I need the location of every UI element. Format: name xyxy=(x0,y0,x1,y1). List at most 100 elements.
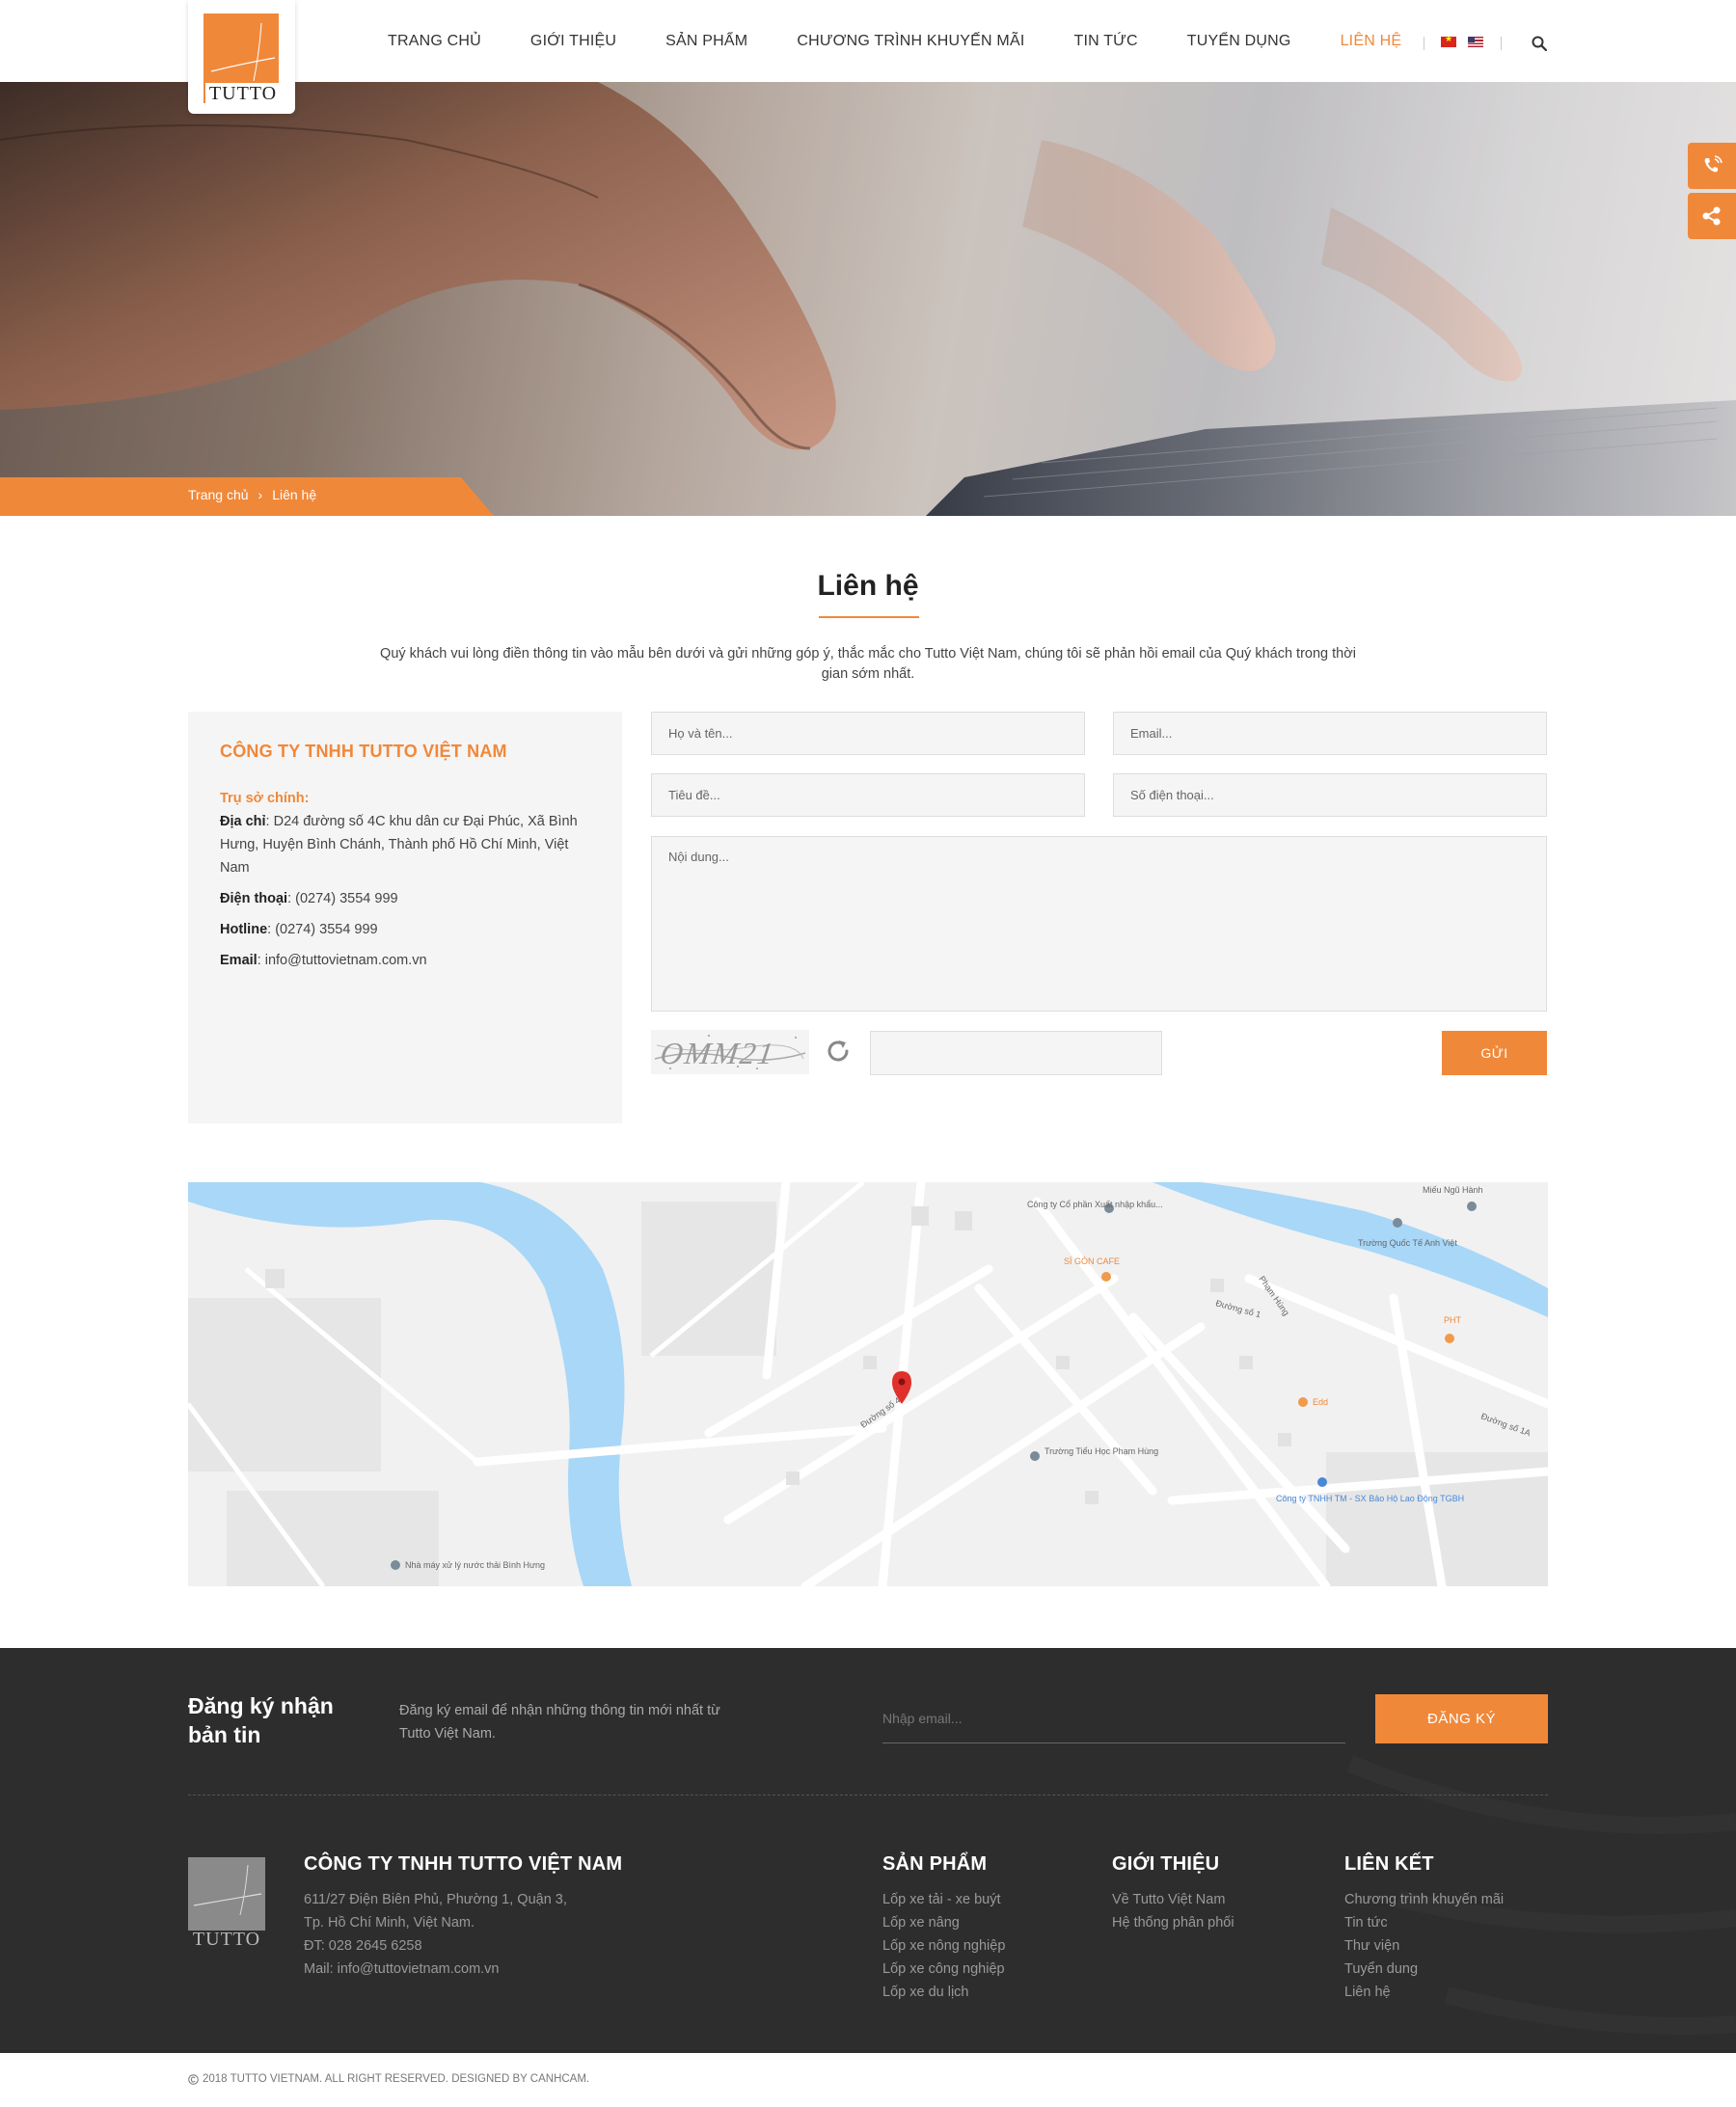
name-field[interactable]: Họ và tên... xyxy=(651,712,1085,755)
map-label-pht: PHT xyxy=(1444,1315,1462,1325)
footer-logo-mark xyxy=(188,1857,265,1931)
location-map[interactable]: Công ty Cổ phần Xuất nhập khẩu... SÌ GÒN… xyxy=(188,1182,1548,1586)
map-canvas[interactable]: Công ty Cổ phần Xuất nhập khẩu... SÌ GÒN… xyxy=(188,1182,1548,1586)
newsletter-email-input[interactable]: Nhập email... xyxy=(882,1707,1345,1743)
map-label-primary-school: Trường Tiểu Học Phạm Hùng xyxy=(1044,1446,1158,1456)
footer-address-line: 611/27 Điện Biên Phủ, Phường 1, Quận 3, xyxy=(304,1892,567,1907)
footer-link[interactable]: Lốp xe công nghiệp xyxy=(882,1958,1005,1981)
hq-label: Trụ sở chính: xyxy=(220,791,310,806)
nav-divider xyxy=(1501,37,1502,50)
phone-field[interactable]: Số điện thoại... xyxy=(1113,773,1547,817)
footer-link[interactable]: Thư viện xyxy=(1344,1934,1504,1958)
newsletter-subscribe-button[interactable]: ĐĂNG KÝ xyxy=(1375,1694,1548,1743)
address-label: Địa chỉ xyxy=(220,814,266,829)
footer-logo[interactable]: TUTTO xyxy=(188,1857,265,1952)
footer-link[interactable]: Hệ thống phân phối xyxy=(1112,1911,1234,1934)
footer-mail[interactable]: Mail: info@tuttovietnam.com.vn xyxy=(304,1958,567,1981)
email-line: Email: info@tuttovietnam.com.vn xyxy=(220,949,590,972)
breadcrumb-home[interactable]: Trang chủ xyxy=(188,487,249,502)
footer-col-links-list: Chương trình khuyến mãi Tin tức Thư viện… xyxy=(1344,1888,1504,2004)
footer-link[interactable]: Lốp xe nông nghiệp xyxy=(882,1934,1005,1958)
map-label-school-intl: Trường Quốc Tế Anh Việt xyxy=(1358,1238,1457,1248)
footer-link[interactable]: Lốp xe nâng xyxy=(882,1911,1005,1934)
map-label-tgbh: Công ty TNHH TM - SX Bảo Hộ Lao Động TGB… xyxy=(1276,1494,1464,1503)
vn-flag-icon[interactable] xyxy=(1441,34,1456,47)
company-name: CÔNG TY TNHH TUTTO VIỆT NAM xyxy=(220,742,507,761)
logo-side-text: VIỆT NAM xyxy=(286,52,293,92)
nav-item-products[interactable]: SẢN PHẨM xyxy=(665,33,747,50)
search-icon[interactable] xyxy=(1532,36,1547,51)
map-label-edd: Edd xyxy=(1313,1397,1328,1407)
refresh-icon[interactable] xyxy=(824,1037,853,1066)
side-phone-button[interactable] xyxy=(1688,143,1736,189)
footer-link[interactable]: Lốp xe tải - xe buýt xyxy=(882,1888,1005,1911)
map-label-company: Công ty Cổ phần Xuất nhập khẩu... xyxy=(1027,1200,1163,1209)
address-line: Địa chỉ: D24 đường số 4C khu dân cư Đại … xyxy=(220,810,590,879)
footer-link[interactable]: Chương trình khuyến mãi xyxy=(1344,1888,1504,1911)
phone-ring-icon xyxy=(1704,155,1722,173)
email-label: Email xyxy=(220,953,258,968)
footer-company-name: CÔNG TY TNHH TUTTO VIỆT NAM xyxy=(304,1853,623,1875)
footer-link[interactable]: Tin tức xyxy=(1344,1911,1504,1934)
footer-address: 611/27 Điện Biên Phủ, Phường 1, Quận 3, … xyxy=(304,1888,567,1981)
footer-link[interactable]: Lốp xe du lịch xyxy=(882,1981,1005,2004)
nav-item-contact[interactable]: LIÊN HỆ xyxy=(1341,33,1402,50)
footer-link[interactable]: Tuyển dung xyxy=(1344,1958,1504,1981)
footer-link[interactable]: Về Tutto Việt Nam xyxy=(1112,1888,1234,1911)
breadcrumb-current: Liên hệ xyxy=(272,487,317,502)
subject-field[interactable]: Tiêu đề... xyxy=(651,773,1085,817)
site-logo[interactable]: VIỆT NAM TUTTO xyxy=(188,0,295,114)
footer-col-products-list: Lốp xe tải - xe buýt Lốp xe nâng Lốp xe … xyxy=(882,1888,1005,2004)
title-underline xyxy=(819,616,919,618)
nav-item-about[interactable]: GIỚI THIỆU xyxy=(530,33,616,50)
captcha-input[interactable] xyxy=(870,1031,1162,1075)
us-flag-icon[interactable] xyxy=(1468,37,1483,47)
hotline-value: : (0274) 3554 999 xyxy=(267,922,378,937)
hotline-label: Hotline xyxy=(220,922,268,937)
page-title: Liên hệ xyxy=(817,570,919,602)
chevron-right-icon: › xyxy=(258,487,263,502)
nav-item-careers[interactable]: TUYỂN DỤNG xyxy=(1187,33,1291,50)
main-nav: TRANG CHỦ GIỚI THIỆU SẢN PHẨM CHƯƠNG TRÌ… xyxy=(388,33,1451,50)
footer-address-line: Tp. Hồ Chí Minh, Việt Nam. xyxy=(304,1915,475,1931)
phone-value: : (0274) 3554 999 xyxy=(287,891,398,906)
map-label-cafe: SÌ GÒN CAFE xyxy=(1064,1256,1120,1266)
side-share-button[interactable] xyxy=(1688,193,1736,239)
hero-image-hands-keyboard xyxy=(0,82,1736,516)
copyright-icon xyxy=(188,2073,199,2085)
map-label-water-plant: Nhà máy xử lý nước thải Bình Hưng xyxy=(405,1560,545,1570)
footer-divider xyxy=(188,1795,1548,1796)
hotline-line: Hotline: (0274) 3554 999 xyxy=(220,918,590,941)
contact-intro: Quý khách vui lòng điền thông tin vào mẫ… xyxy=(380,646,1356,682)
company-info-box: CÔNG TY TNHH TUTTO VIỆT NAM Trụ sở chính… xyxy=(188,712,622,1123)
hero-banner xyxy=(0,82,1736,516)
email-value[interactable]: : info@tuttovietnam.com.vn xyxy=(258,953,427,968)
logo-wordmark: TUTTO xyxy=(205,83,281,105)
captcha-image: OMM21 xyxy=(651,1030,809,1074)
footer-col-links-title: LIÊN KẾT xyxy=(1344,1853,1434,1875)
share-icon xyxy=(1702,206,1721,226)
phone-label: Điện thoại xyxy=(220,891,288,906)
logo-curve-icon xyxy=(193,1864,262,1916)
send-button[interactable]: GỬI xyxy=(1442,1031,1547,1075)
address-value: : D24 đường số 4C khu dân cư Đại Phúc, X… xyxy=(220,814,578,876)
copyright-text: 2018 TUTTO VIETNAM. ALL RIGHT RESERVED. … xyxy=(203,2073,590,2085)
newsletter-desc: Đăng ký email để nhận những thông tin mớ… xyxy=(399,1703,720,1742)
nav-item-news[interactable]: TIN TỨC xyxy=(1073,33,1137,50)
footer-logo-wordmark: TUTTO xyxy=(192,1929,261,1950)
nav-item-promotions[interactable]: CHƯƠNG TRÌNH KHUYẾN MÃI xyxy=(797,33,1024,50)
nav-item-home[interactable]: TRANG CHỦ xyxy=(388,33,481,50)
copyright: 2018 TUTTO VIETNAM. ALL RIGHT RESERVED. … xyxy=(188,2073,589,2085)
map-label-temple: Miếu Ngũ Hành xyxy=(1423,1185,1483,1195)
footer-col-about-list: Về Tutto Việt Nam Hệ thống phân phối xyxy=(1112,1888,1234,1934)
email-field[interactable]: Email... xyxy=(1113,712,1547,755)
footer-phone: ĐT: 028 2645 6258 xyxy=(304,1938,422,1954)
breadcrumb: Trang chủ › Liên hệ xyxy=(188,487,316,502)
captcha-text: OMM21 xyxy=(658,1036,778,1070)
phone-line: Điện thoại: (0274) 3554 999 xyxy=(220,887,590,910)
footer-link[interactable]: Liên hệ xyxy=(1344,1981,1504,2004)
footer-col-products-title: SẢN PHẨM xyxy=(882,1853,988,1875)
message-textarea[interactable]: Nội dung... xyxy=(651,836,1547,1012)
newsletter-title: Đăng ký nhận bản tin xyxy=(188,1693,334,1747)
footer-col-about-title: GIỚI THIỆU xyxy=(1112,1853,1220,1875)
